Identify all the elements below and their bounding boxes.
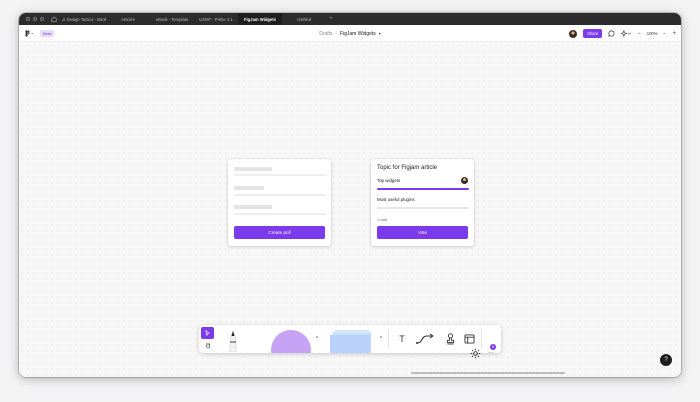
poll-option-bar: [377, 188, 469, 190]
tab-ebook-template[interactable]: eBook - Template: [150, 13, 194, 25]
tab-ui-design-tactics[interactable]: UI Design Tactics - Book: [62, 13, 106, 25]
minimize-window-button[interactable]: [33, 17, 37, 21]
file-menu-chevron-icon[interactable]: ▾: [379, 31, 381, 36]
shape-tool-circle-icon[interactable]: [271, 330, 311, 353]
poll-title: Topic for Figjam article: [377, 165, 438, 171]
placeholder-line: [234, 213, 326, 215]
zoom-level[interactable]: 100%: [647, 31, 658, 36]
main-menu-button[interactable]: [25, 29, 34, 37]
help-button[interactable]: ?: [660, 354, 672, 366]
poll-option-bar: [377, 207, 469, 209]
vote-button[interactable]: Vote: [377, 226, 468, 239]
bottom-toolbar: ^ ^ · T ·: [199, 325, 501, 353]
comment-icon[interactable]: [608, 30, 615, 37]
cursor-icon[interactable]: [201, 327, 214, 339]
beta-badge: Beta: [40, 29, 55, 37]
zoom-in-button[interactable]: +: [672, 31, 676, 37]
user-avatar[interactable]: [569, 29, 578, 38]
tab-articles[interactable]: Articles: [106, 13, 150, 25]
poll-widget[interactable]: Topic for Figjam article Top widgets Mos…: [371, 159, 474, 246]
breadcrumb-drafts[interactable]: Drafts: [319, 31, 332, 37]
tab-untitled[interactable]: Untitled: [282, 13, 326, 25]
poll-option-label[interactable]: Most useful plugins: [377, 197, 415, 202]
app-header: Beta Drafts / FigJam Widgets ▾ Share − 1…: [19, 25, 681, 42]
create-poll-button[interactable]: Create poll: [234, 226, 325, 239]
poll-option-label[interactable]: Top widgets: [377, 178, 400, 183]
chevron-down-icon[interactable]: [663, 32, 667, 35]
placeholder-option[interactable]: [234, 205, 272, 209]
section-tool-icon[interactable]: [461, 331, 477, 347]
zoom-out-button[interactable]: −: [637, 31, 641, 37]
voter-avatar: [461, 177, 468, 184]
close-window-button[interactable]: [26, 17, 30, 21]
stamp-tool-icon[interactable]: [442, 331, 458, 347]
sticky-note-tool-icon[interactable]: [329, 329, 375, 353]
window-controls: [26, 17, 46, 21]
tab-uxmt[interactable]: UXMT - Prime 3.1: [194, 13, 238, 25]
new-tab-button[interactable]: +: [326, 16, 336, 22]
breadcrumb-separator: /: [335, 30, 337, 37]
placeholder-question[interactable]: [234, 167, 272, 171]
text-tool-icon[interactable]: · T ·: [392, 332, 412, 346]
poll-setup-widget[interactable]: Create poll: [228, 159, 331, 246]
marker-tool-icon[interactable]: [223, 329, 243, 353]
sticky-expand-chevron-icon[interactable]: ^: [377, 335, 385, 343]
hand-icon[interactable]: [201, 340, 214, 351]
app-window: UI Design Tactics - Book Articles eBook …: [19, 13, 681, 377]
placeholder-line: [234, 174, 326, 176]
header-actions: Share − 100% +: [569, 25, 676, 42]
gear-icon[interactable]: [468, 346, 482, 360]
vote-count: 1 vote: [377, 218, 388, 222]
home-icon[interactable]: [46, 16, 62, 22]
horizontal-scrollbar[interactable]: [411, 372, 565, 374]
shape-swatch: [271, 330, 311, 353]
tab-bar: UI Design Tactics - Book Articles eBook …: [19, 13, 681, 25]
figjam-logo-icon: [25, 29, 30, 37]
placeholder-option[interactable]: [234, 186, 264, 190]
tab-figjam-widgets[interactable]: FigJam Widgets: [238, 13, 282, 25]
placeholder-line: [234, 194, 326, 196]
toolbar-divider: [388, 329, 389, 349]
poll-option-fill: [377, 188, 469, 190]
connector-tool-icon[interactable]: [414, 332, 436, 346]
notification-badge: 8: [490, 344, 496, 350]
shapes-expand-chevron-icon[interactable]: ^: [313, 335, 321, 343]
share-button[interactable]: Share: [583, 29, 603, 38]
maximize-window-button[interactable]: [40, 17, 44, 21]
chevron-down-icon: [31, 32, 34, 34]
file-name[interactable]: FigJam Widgets: [340, 31, 376, 37]
sparkle-icon[interactable]: [621, 30, 632, 37]
